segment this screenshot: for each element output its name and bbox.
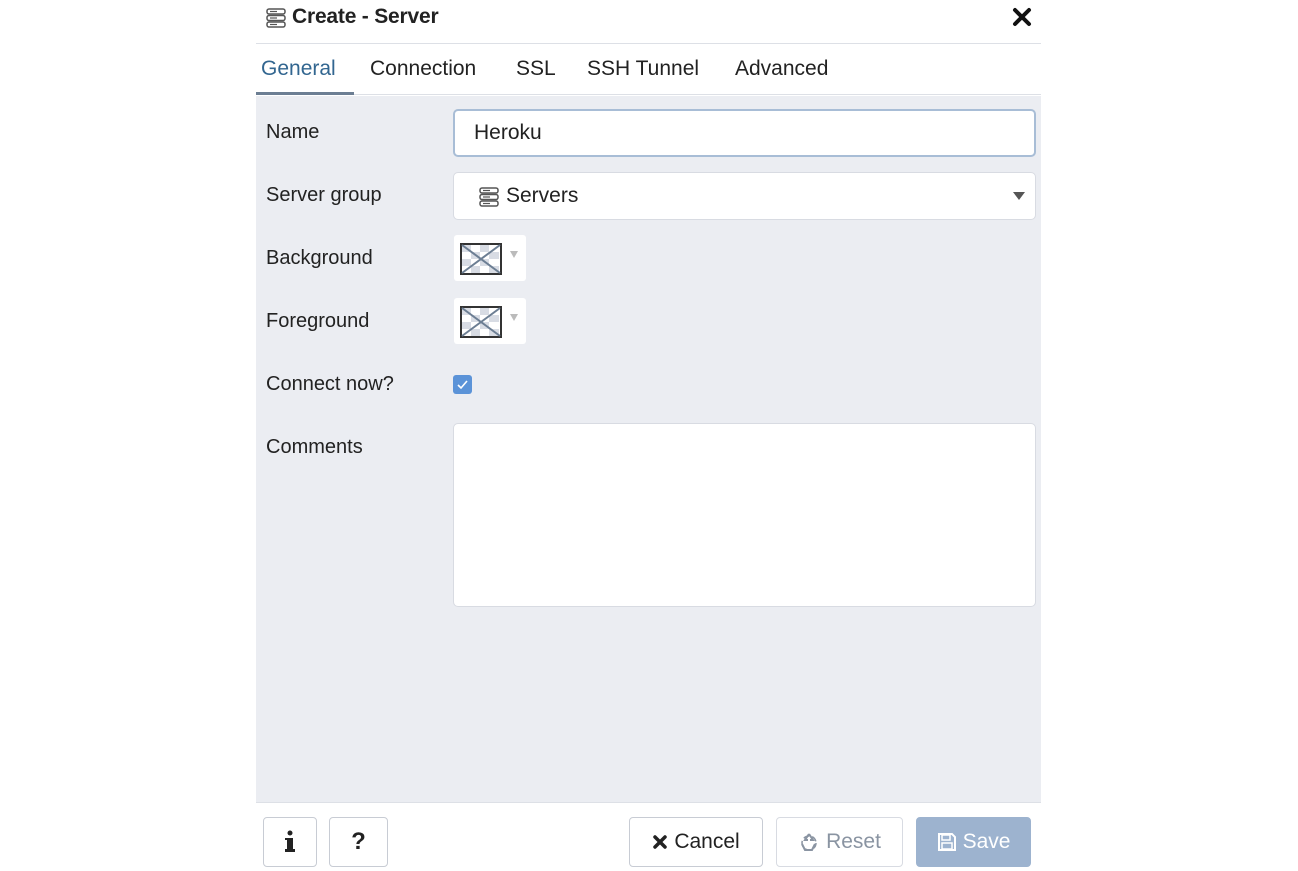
cancel-button[interactable]: Cancel: [629, 817, 763, 867]
info-button[interactable]: [263, 817, 317, 867]
close-icon[interactable]: [1011, 6, 1033, 28]
server-group-value: Servers: [506, 184, 579, 207]
server-group-label: Server group: [266, 184, 382, 206]
no-color-swatch-icon: [460, 243, 502, 275]
name-input[interactable]: Heroku: [453, 109, 1036, 157]
comments-textarea[interactable]: [453, 423, 1036, 607]
name-label: Name: [266, 121, 320, 143]
chevron-down-icon: [510, 314, 518, 321]
tab-ssh-tunnel[interactable]: SSH Tunnel: [582, 44, 704, 95]
help-icon: ?: [351, 828, 366, 855]
comments-label: Comments: [266, 436, 363, 458]
general-form: Name Heroku Server group Servers Backgro…: [256, 96, 1041, 802]
foreground-color-picker[interactable]: [454, 298, 526, 344]
dialog-footer: ? Cancel Reset Save: [256, 802, 1041, 871]
tab-ssl[interactable]: SSL: [511, 44, 561, 95]
save-button[interactable]: Save: [916, 817, 1031, 867]
tab-connection[interactable]: Connection: [365, 44, 481, 95]
checkmark-icon: [457, 380, 468, 390]
dialog-titlebar[interactable]: Create - Server: [256, 0, 1041, 44]
server-group-icon: [266, 8, 286, 28]
dialog-title: Create - Server: [292, 5, 439, 28]
tab-general[interactable]: General: [256, 44, 354, 95]
floppy-disk-icon: [937, 833, 956, 851]
connect-now-checkbox[interactable]: [453, 375, 472, 394]
info-icon: [285, 830, 295, 852]
foreground-label: Foreground: [266, 310, 370, 332]
recycle-icon: [801, 833, 817, 851]
background-color-picker[interactable]: [454, 235, 526, 281]
help-button[interactable]: ?: [329, 817, 388, 867]
server-group-select[interactable]: Servers: [453, 172, 1036, 220]
reset-button[interactable]: Reset: [776, 817, 903, 867]
close-icon: [653, 835, 668, 849]
tab-advanced[interactable]: Advanced: [730, 44, 833, 95]
reset-label: Reset: [826, 830, 881, 853]
background-label: Background: [266, 247, 373, 269]
server-group-icon: [479, 187, 499, 207]
tab-bar: General Connection SSL SSH Tunnel Advanc…: [256, 44, 1041, 95]
connect-now-label: Connect now?: [266, 373, 394, 395]
chevron-down-icon: [510, 251, 518, 258]
create-server-dialog: Create - Server General Connection SSL S…: [256, 0, 1041, 871]
chevron-down-icon[interactable]: [1013, 192, 1025, 200]
no-color-swatch-icon: [460, 306, 502, 338]
cancel-label: Cancel: [674, 830, 740, 853]
save-label: Save: [962, 830, 1011, 853]
